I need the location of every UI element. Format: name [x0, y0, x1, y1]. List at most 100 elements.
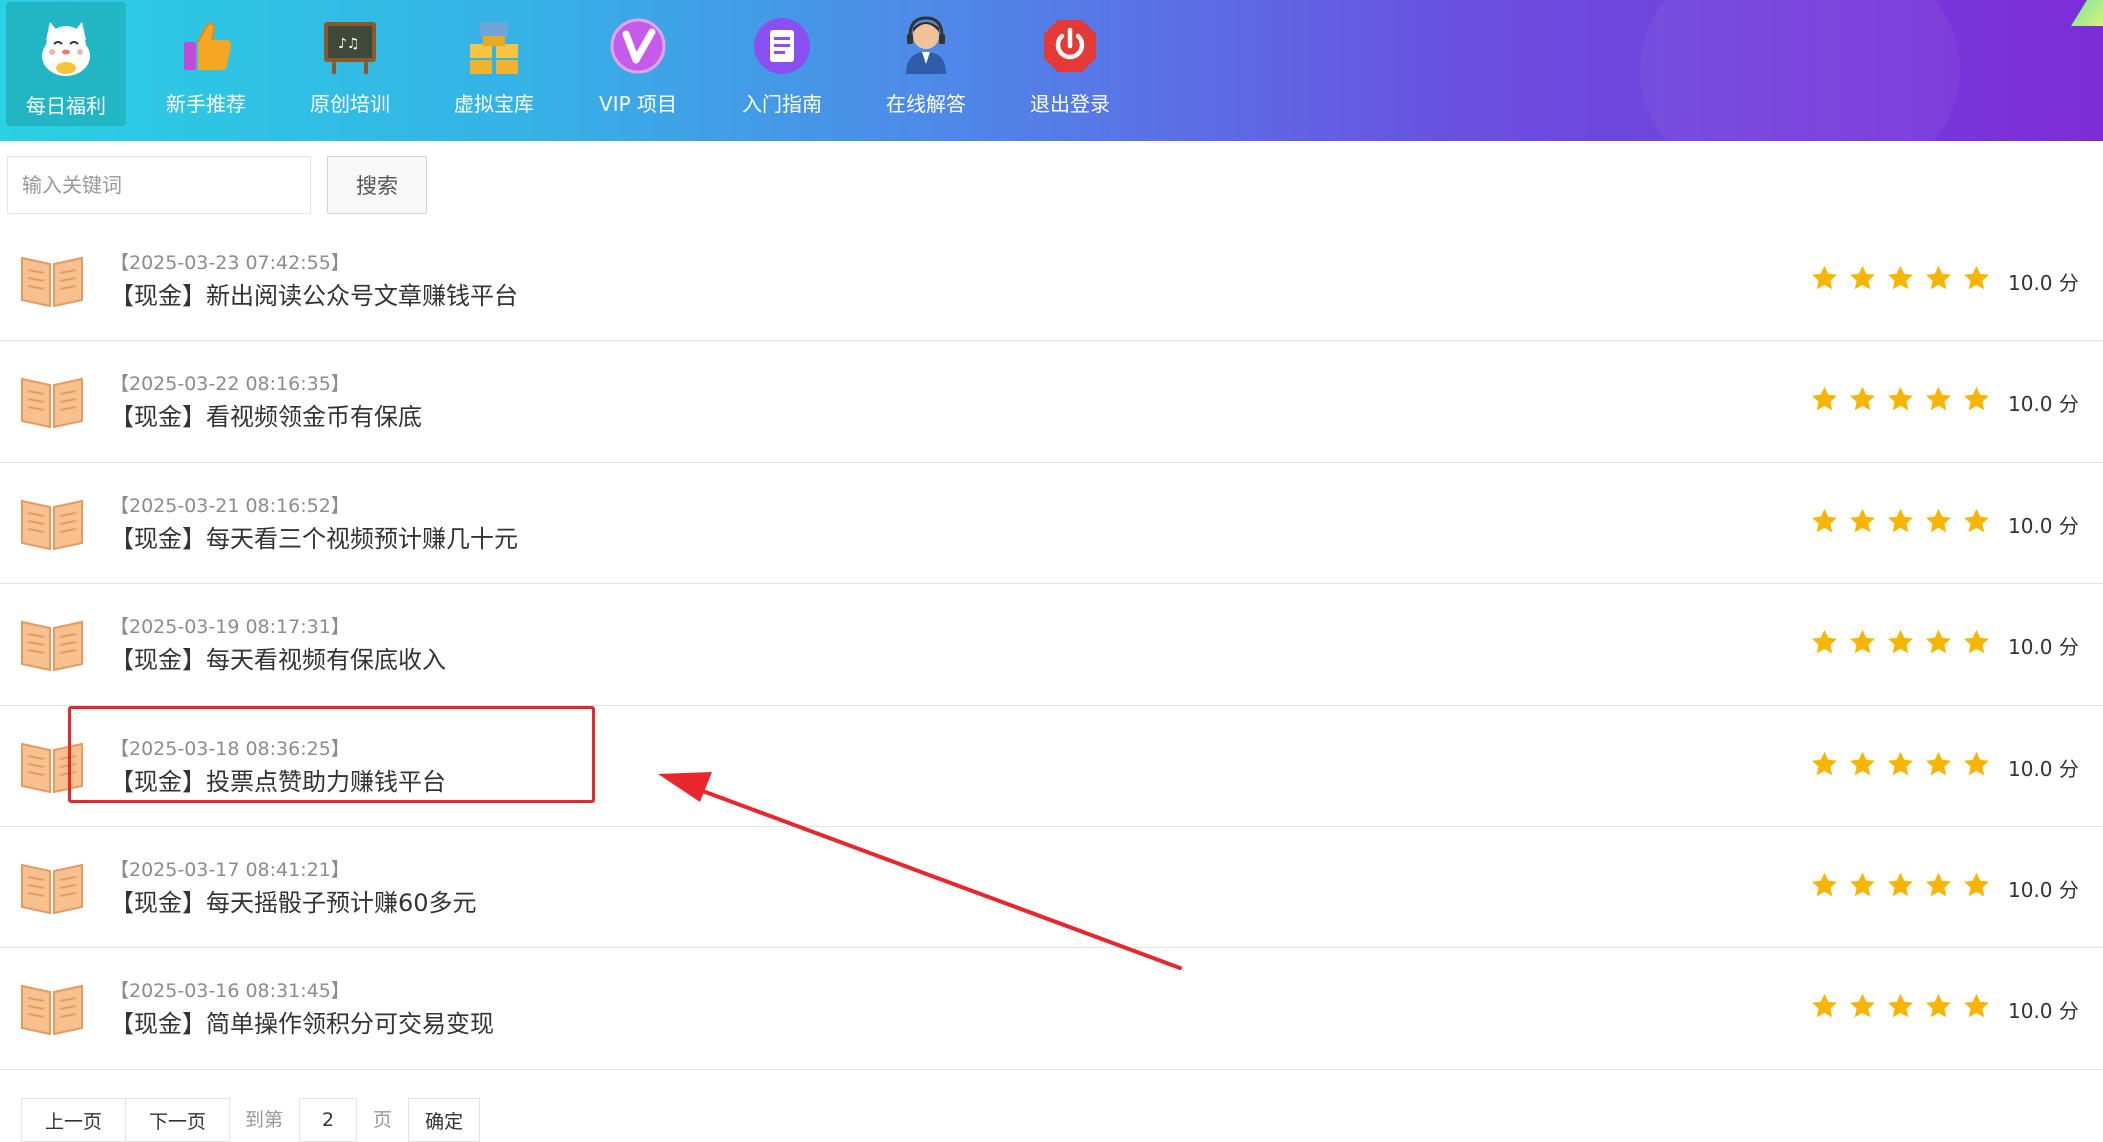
document-icon: [754, 18, 810, 74]
nav-item-getting-started[interactable]: 入门指南: [722, 0, 842, 128]
star-icon: [1888, 629, 1913, 654]
nav-label: 在线解答: [886, 92, 966, 116]
article-row[interactable]: 【2025-03-23 07:42:55】 【现金】新出阅读公众号文章赚钱平台 …: [0, 220, 2103, 342]
prev-page-button[interactable]: 上一页: [21, 1098, 127, 1142]
star-icon: [1850, 629, 1875, 654]
thumbs-up-icon: [184, 22, 232, 71]
customer-service-icon: [906, 16, 946, 74]
page-unit-label: 页: [373, 1109, 393, 1131]
article-date: 【2025-03-17 08:41:21】: [110, 858, 350, 881]
star-icon: [1888, 994, 1913, 1018]
open-book-icon: [21, 256, 83, 308]
star-icon: [1850, 265, 1875, 290]
star-icon: [1812, 265, 1837, 290]
page-number-input[interactable]: [299, 1098, 358, 1142]
nav-label: 新手推荐: [166, 92, 246, 116]
nav-item-online-answers[interactable]: 在线解答: [866, 0, 986, 128]
top-navigation: 每日福利 新手推荐 ♪♫ 原创培训 虚拟宝库 VIP 项目 入门指南 在线解答 …: [0, 0, 2103, 141]
rating-stars: [1810, 628, 1991, 657]
article-score: 10.0 分: [2008, 392, 2079, 417]
star-icon: [1964, 629, 1989, 654]
star-icon: [1850, 994, 1875, 1018]
rating-stars: [1810, 264, 1991, 293]
article-list: 【2025-03-23 07:42:55】 【现金】新出阅读公众号文章赚钱平台 …: [0, 220, 2103, 1070]
search-button[interactable]: 搜索: [327, 156, 427, 214]
nav-label: VIP 项目: [599, 92, 677, 116]
star-icon: [1964, 508, 1989, 533]
article-date: 【2025-03-19 08:17:31】: [110, 616, 350, 639]
nav-label: 入门指南: [742, 92, 822, 116]
open-book-icon: [21, 620, 83, 672]
article-title[interactable]: 【现金】每天摇骰子预计赚60多元: [110, 883, 477, 918]
article-row[interactable]: 【2025-03-19 08:17:31】 【现金】每天看视频有保底收入 10.…: [0, 584, 2103, 706]
article-row[interactable]: 【2025-03-18 08:36:25】 【现金】投票点赞助力赚钱平台 10.…: [0, 706, 2103, 827]
article-title[interactable]: 【现金】看视频领金币有保底: [110, 397, 422, 432]
star-icon: [1964, 387, 1989, 411]
star-icon: [1964, 994, 1989, 1018]
star-icon: [1964, 872, 1989, 897]
decorative-corner: [2071, 0, 2103, 26]
treasure-boxes-icon: [470, 22, 518, 74]
article-title[interactable]: 【现金】简单操作领积分可交易变现: [110, 1004, 494, 1039]
vip-badge-icon: [610, 18, 666, 74]
nav-label: 每日福利: [26, 94, 106, 118]
svg-text:♪♫: ♪♫: [338, 36, 360, 52]
star-icon: [1888, 872, 1913, 897]
article-row[interactable]: 【2025-03-17 08:41:21】 【现金】每天摇骰子预计赚60多元 1…: [0, 827, 2103, 949]
star-icon: [1888, 508, 1913, 533]
nav-item-virtual-treasury[interactable]: 虚拟宝库: [434, 0, 554, 128]
power-icon: [1044, 20, 1096, 72]
star-icon: [1812, 872, 1837, 897]
star-icon: [1926, 751, 1951, 775]
article-title[interactable]: 【现金】每天看三个视频预计赚几十元: [110, 519, 518, 554]
star-icon: [1888, 265, 1913, 290]
search-input[interactable]: [7, 156, 311, 214]
open-book-icon: [21, 499, 83, 551]
star-icon: [1850, 872, 1875, 897]
article-score: 10.0 分: [2008, 756, 2079, 781]
open-book-icon: [21, 378, 83, 429]
nav-item-daily-benefits[interactable]: 每日福利: [6, 2, 126, 126]
article-title[interactable]: 【现金】每天看视频有保底收入: [110, 640, 446, 675]
star-icon: [1812, 994, 1837, 1018]
article-date: 【2025-03-16 08:31:45】: [110, 980, 350, 1003]
next-page-button[interactable]: 下一页: [125, 1098, 231, 1142]
article-title[interactable]: 【现金】投票点赞助力赚钱平台: [110, 762, 446, 797]
article-date: 【2025-03-18 08:36:25】: [110, 737, 350, 760]
rating-stars: [1810, 992, 1991, 1021]
star-icon: [1926, 508, 1951, 533]
nav-label: 虚拟宝库: [454, 92, 534, 116]
star-icon: [1850, 508, 1875, 533]
nav-item-logout[interactable]: 退出登录: [1010, 0, 1130, 128]
star-icon: [1850, 387, 1875, 411]
nav-item-original-training[interactable]: ♪♫ 原创培训: [290, 0, 410, 128]
star-icon: [1926, 872, 1951, 897]
star-icon: [1964, 751, 1989, 775]
star-icon: [1926, 387, 1951, 411]
nav-label: 原创培训: [310, 92, 390, 116]
article-date: 【2025-03-22 08:16:35】: [110, 373, 350, 396]
article-score: 10.0 分: [2008, 513, 2079, 538]
lucky-cat-icon: [42, 22, 90, 76]
rating-stars: [1810, 507, 1991, 536]
nav-label: 退出登录: [1030, 92, 1110, 116]
star-icon: [1888, 387, 1913, 411]
article-row[interactable]: 【2025-03-22 08:16:35】 【现金】看视频领金币有保底 10.0…: [0, 341, 2103, 463]
confirm-page-button[interactable]: 确定: [408, 1098, 481, 1142]
article-row[interactable]: 【2025-03-16 08:31:45】 【现金】简单操作领积分可交易变现 1…: [0, 948, 2103, 1070]
article-title[interactable]: 【现金】新出阅读公众号文章赚钱平台: [110, 276, 518, 311]
pagination: 上一页 下一页 到第 页 确定: [21, 1098, 481, 1142]
blackboard-icon: ♪♫: [324, 22, 376, 74]
nav-item-beginner-recommend[interactable]: 新手推荐: [146, 0, 266, 128]
rating-stars: [1810, 871, 1991, 900]
star-icon: [1812, 751, 1837, 775]
article-score: 10.0 分: [2008, 877, 2079, 902]
open-book-icon: [21, 985, 83, 1036]
nav-item-vip-projects[interactable]: VIP 项目: [578, 0, 698, 128]
article-score: 10.0 分: [2008, 635, 2079, 660]
star-icon: [1812, 629, 1837, 654]
article-date: 【2025-03-23 07:42:55】: [110, 252, 350, 274]
star-icon: [1964, 265, 1989, 290]
rating-stars: [1810, 385, 1991, 414]
article-row[interactable]: 【2025-03-21 08:16:52】 【现金】每天看三个视频预计赚几十元 …: [0, 463, 2103, 585]
